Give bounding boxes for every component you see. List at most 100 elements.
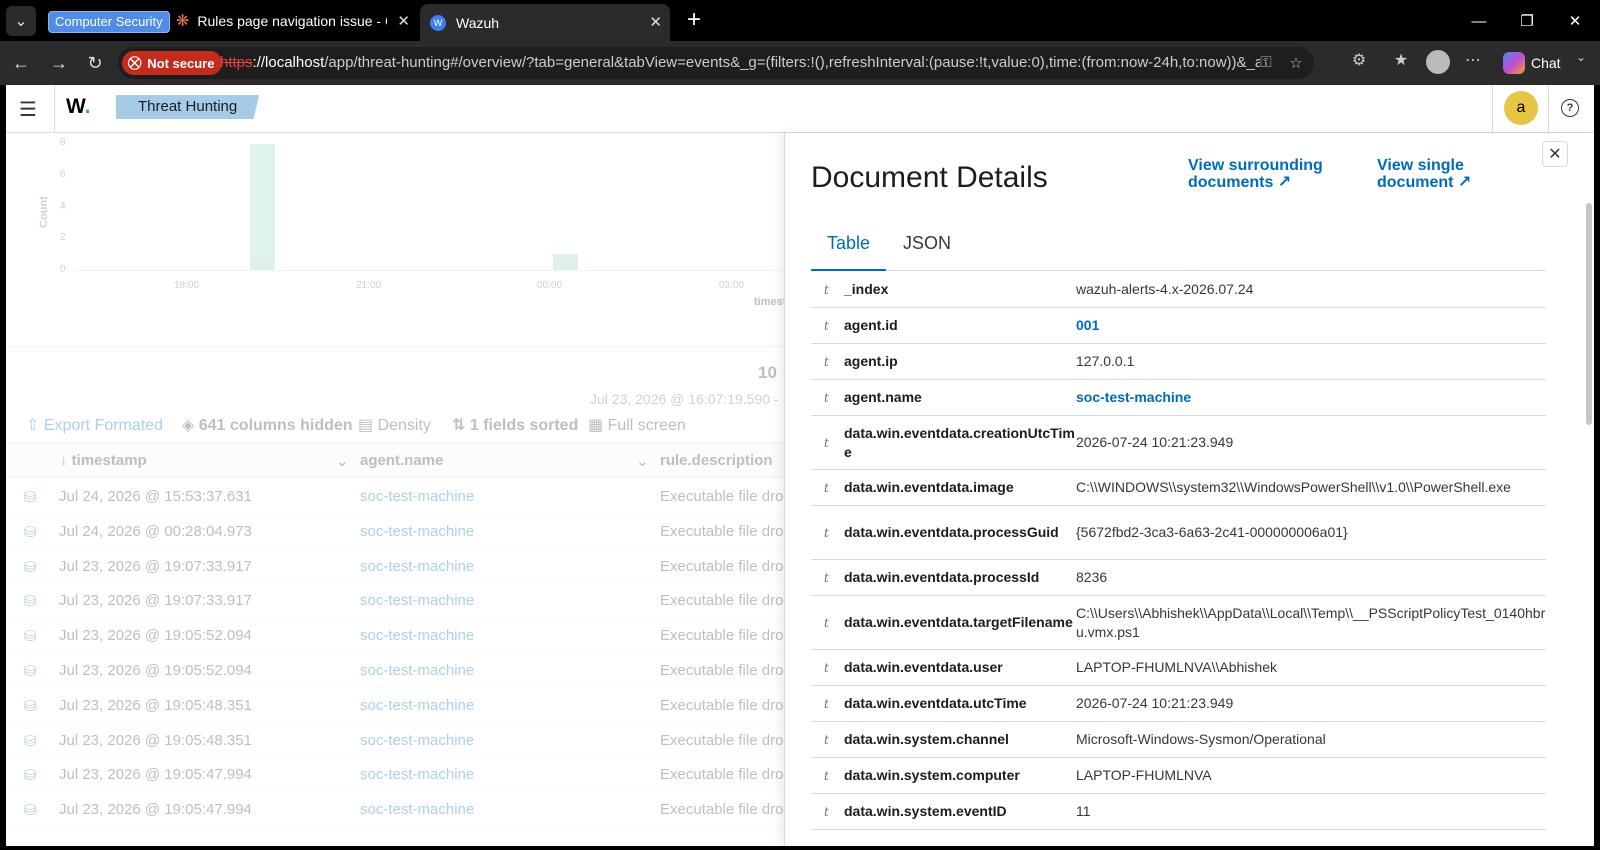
cell-agent-name[interactable]: soc-test-machine (360, 592, 474, 609)
field-row: t data.win.eventdata.image C:\\WINDOWS\\sy… (811, 470, 1546, 506)
field-row: t data.win.eventdata.utcTime 2026-07-24 10… (811, 686, 1546, 722)
column-header-rule-description[interactable]: rule.description (660, 452, 773, 469)
field-value: C:\\Users\\Abhishek\\AppData\\Local\\Tem… (1076, 604, 1546, 640)
url-field[interactable]: ⛒ Not secure https://localhost/app/threat… (118, 47, 1314, 79)
inspect-document-icon[interactable]: ⛁ (24, 488, 37, 506)
inspect-document-icon[interactable]: ⛁ (24, 801, 37, 819)
close-flyout-icon[interactable]: ✕ (1542, 141, 1568, 167)
sort-label: 1 fields sorted (469, 417, 579, 434)
field-type-icon: t (824, 615, 829, 630)
field-name: agent.name (844, 389, 922, 405)
cell-timestamp: Jul 23, 2026 @ 19:05:52.094 (59, 627, 252, 645)
cell-agent-name[interactable]: soc-test-machine (360, 732, 474, 749)
document-details-flyout: ✕ Document Details View surrounding docu… (784, 133, 1594, 846)
cell-timestamp: Jul 23, 2026 @ 19:05:48.351 (59, 696, 252, 714)
cell-rule-description: Executable file dro (660, 731, 784, 749)
x-tick: 21:00 (356, 280, 382, 291)
cell-rule-description: Executable file dro (660, 592, 784, 610)
breadcrumb[interactable]: Threat Hunting (116, 95, 260, 119)
logo-text: W (66, 95, 85, 118)
column-header-timestamp[interactable]: ↓ timestamp (60, 452, 147, 469)
wazuh-favicon-icon: W (430, 14, 446, 31)
url-text[interactable]: https://localhost/app/threat-hunting#/ov… (220, 54, 1260, 71)
field-row: t _index wazuh-alerts-4.x-2026.07.24 (811, 272, 1546, 308)
field-value[interactable]: soc-test-machine (1076, 388, 1546, 407)
tab-table[interactable]: Table (811, 233, 887, 271)
cell-rule-description: Executable file dro (660, 662, 784, 679)
full-screen-button[interactable]: ▦ Full screen (588, 415, 686, 435)
divider (1548, 85, 1549, 132)
export-formated-button[interactable]: ⇧ Export Formated (26, 415, 163, 435)
sort-fields-button[interactable]: ⇅ 1 fields sorted (452, 415, 578, 435)
cell-agent-name[interactable]: soc-test-machine (360, 523, 474, 540)
field-row: t data.win.eventdata.user LAPTOP-FHUMLNVA\… (811, 650, 1546, 686)
inspect-document-icon[interactable]: ⛁ (24, 523, 37, 541)
column-menu-icon[interactable]: ⌄ (636, 452, 649, 470)
inspect-document-icon[interactable]: ⛁ (24, 662, 37, 680)
divider (54, 85, 55, 132)
inspect-document-icon[interactable]: ⛁ (24, 558, 37, 576)
view-single-document-link[interactable]: View single document ↗ (1377, 157, 1471, 191)
restore-icon[interactable]: ❐ (1504, 6, 1550, 36)
url-path: /app/threat-hunting#/overview/?tab=gener… (324, 54, 1260, 71)
browser-tab-claude[interactable]: ❋ Rules page navigation issue - Claude ✕ (168, 0, 418, 41)
field-type-icon: t (824, 318, 829, 333)
document-field-table: t _index wazuh-alerts-4.x-2026.07.24t agent… (811, 272, 1546, 830)
columns-label: 641 columns hidden (198, 417, 353, 434)
help-icon[interactable]: ? (1561, 99, 1579, 117)
histogram-bar[interactable] (250, 144, 275, 270)
new-tab-icon[interactable]: + (680, 6, 708, 34)
inspect-document-icon[interactable]: ⛁ (24, 697, 37, 715)
back-icon[interactable]: ← (6, 48, 36, 78)
not-secure-badge[interactable]: ⛒ Not secure (122, 51, 223, 75)
cell-agent-name[interactable]: soc-test-machine (360, 488, 474, 505)
inspect-document-icon[interactable]: ⛁ (24, 592, 37, 610)
column-menu-icon[interactable]: ⌄ (336, 452, 349, 470)
flyout-scrollbar[interactable] (1586, 203, 1592, 425)
cell-agent-name[interactable]: soc-test-machine (360, 801, 474, 818)
favorite-star-icon[interactable]: ☆ (1286, 54, 1306, 74)
copilot-chat-button[interactable]: Chat (1503, 50, 1561, 76)
tab-group-label[interactable]: Computer Security (48, 11, 170, 33)
wazuh-logo[interactable]: W. (66, 95, 91, 119)
cell-agent-name[interactable]: soc-test-machine (360, 697, 474, 714)
field-value[interactable]: 001 (1076, 316, 1546, 335)
window-close-icon[interactable]: ✕ (1552, 6, 1598, 36)
cell-agent-name[interactable]: soc-test-machine (360, 766, 474, 783)
user-avatar[interactable]: a (1504, 91, 1538, 125)
inspect-document-icon[interactable]: ⛁ (24, 627, 37, 645)
column-header-agent-name[interactable]: agent.name (360, 452, 443, 469)
inspect-document-icon[interactable]: ⛁ (24, 732, 37, 750)
sidebar-chevron-icon[interactable]: ⌄ (1568, 50, 1594, 76)
menu-hamburger-icon[interactable]: ☰ (16, 97, 40, 121)
divider (1492, 85, 1493, 132)
histogram-bar[interactable] (553, 254, 578, 270)
close-tab-icon[interactable]: ✕ (397, 12, 410, 30)
tab-actions-chevron-icon[interactable]: ⌄ (6, 6, 36, 36)
minimize-icon[interactable]: — (1456, 6, 1502, 36)
close-tab-icon[interactable]: ✕ (649, 13, 662, 31)
inspect-document-icon[interactable]: ⛁ (24, 766, 37, 784)
density-button[interactable]: ▤ Density (358, 415, 431, 435)
profile-avatar[interactable] (1426, 50, 1450, 74)
favorites-icon[interactable]: ★ (1388, 50, 1414, 76)
field-name: data.win.system.channel (844, 731, 1009, 747)
date-range: Jul 23, 2026 @ 16:07:19.590 - (590, 391, 779, 407)
columns-hidden-button[interactable]: ◈ 641 columns hidden (182, 415, 353, 435)
flyout-title: Document Details (811, 161, 1048, 194)
forward-icon[interactable]: → (44, 48, 74, 78)
cell-agent-name[interactable]: soc-test-machine (360, 662, 474, 679)
hits-count: 10 (758, 363, 777, 382)
extensions-icon[interactable]: ⚙ (1346, 50, 1372, 76)
tab-json[interactable]: JSON (887, 233, 967, 271)
browser-tab-wazuh[interactable]: W Wazuh ✕ (420, 4, 670, 41)
cell-agent-name[interactable]: soc-test-machine (360, 558, 474, 575)
key-icon[interactable]: ⚿ (1256, 54, 1276, 74)
field-name: data.win.system.eventID (844, 803, 1007, 819)
reload-icon[interactable]: ↻ (80, 48, 110, 78)
cell-agent-name[interactable]: soc-test-machine (360, 627, 474, 644)
more-options-icon[interactable]: ⋯ (1460, 50, 1486, 76)
view-surrounding-documents-link[interactable]: View surrounding documents ↗ (1188, 157, 1323, 191)
cell-timestamp: Jul 23, 2026 @ 19:05:52.094 (59, 662, 252, 679)
cell-timestamp: Jul 24, 2026 @ 15:53:37.631 (59, 488, 252, 505)
